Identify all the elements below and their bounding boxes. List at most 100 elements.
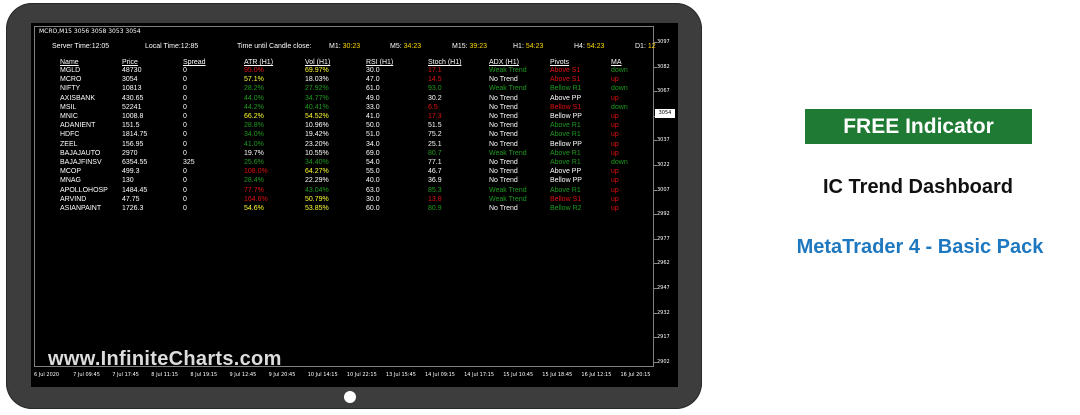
cell-atr: 77.7% — [244, 186, 264, 194]
cell-atr: 54.6% — [244, 205, 264, 212]
cell-stoch: 14.5 — [428, 76, 442, 84]
time-tick-label: 14 Jul 09:15 — [425, 372, 455, 378]
cell-pivots: Above R1 — [550, 122, 581, 130]
table-row: ZEEL 156.95 0 41.0% 23.20% 34.0 25.1 No Trend Be… — [35, 140, 655, 149]
cell-atr: 41.0% — [244, 140, 264, 148]
cell-vol: 10.55% — [305, 149, 329, 157]
time-tick-label: 6 Jul 2020 — [34, 372, 60, 378]
cell-spread: 0 — [183, 67, 187, 74]
table-row: MNIC 1008.8 0 66.2% 54.52% 41.0 17.3 No Trend Be… — [35, 112, 655, 121]
time-tick-label: 16 Jul 20:15 — [620, 372, 651, 378]
cell-vol: 64.27% — [305, 168, 329, 176]
cell-price: 1726.3 — [122, 205, 144, 212]
cell-ma: up — [611, 186, 619, 194]
cell-rsi: 60.0 — [366, 205, 380, 212]
cell-atr: 28.2% — [244, 85, 264, 93]
cell-rsi: 69.0 — [366, 149, 380, 157]
cell-ma: down — [611, 67, 628, 74]
server-time: Server Time:12:05 — [52, 43, 110, 50]
cell-atr: 108.0% — [244, 168, 268, 176]
cell-rsi: 49.0 — [366, 94, 380, 102]
cell-spread: 0 — [183, 168, 187, 176]
cell-vol: 40.41% — [305, 103, 329, 111]
table-row: ADANIENT 151.5 0 28.8% 10.96% 50.0 51.5 No Tren… — [35, 121, 655, 130]
cell-name: HDFC — [60, 131, 80, 139]
timer-d1: D1: 12 — [635, 43, 656, 50]
cell-pivots: Above S1 — [550, 76, 581, 84]
cell-spread: 325 — [183, 159, 195, 166]
cell-spread: 0 — [183, 76, 187, 84]
cell-ma: up — [611, 177, 619, 185]
cell-stoch: 30.2 — [428, 94, 442, 102]
chart-area[interactable]: MCRO,M15 3056 3058 3053 3054 Server Time… — [34, 26, 656, 370]
cell-price: 499.3 — [122, 168, 140, 176]
cell-name: ZEEL — [60, 140, 78, 148]
time-tick-label: 16 Jul 12:15 — [581, 372, 612, 378]
free-indicator-badge: FREE Indicator — [805, 109, 1032, 144]
cell-atr: 44.2% — [244, 103, 264, 111]
cell-spread: 0 — [183, 122, 187, 130]
cell-ma: down — [611, 159, 628, 166]
cell-pivots: Above R1 — [550, 186, 581, 194]
col-header-stoch: Stoch (H1) — [428, 59, 462, 66]
candle-close-label: Time until Candle close: — [237, 43, 312, 50]
cell-rsi: 47.0 — [366, 76, 380, 84]
cell-atr: 164.6% — [244, 195, 268, 203]
cell-adx: Weak Trend — [489, 67, 527, 74]
cell-spread: 0 — [183, 113, 187, 120]
time-tick-label: 8 Jul 11:15 — [151, 372, 179, 378]
cell-name: ARVIND — [60, 195, 87, 203]
cell-stoch: 80.7 — [428, 149, 442, 157]
watermark-text: www.InfiniteCharts.com — [48, 348, 282, 370]
cell-atr: 57.1% — [244, 76, 264, 84]
table-row: MNAG 130 0 28.4% 22.29% 40.0 36.9 No Trend Bello… — [35, 176, 655, 185]
cell-vol: 18.03% — [305, 76, 329, 84]
price-tick-label: 3097 — [654, 39, 670, 45]
cell-name: ASIANPAINT — [60, 205, 102, 212]
cell-name: ADANIENT — [60, 122, 96, 130]
price-tick-label: 2902 — [654, 358, 670, 365]
cell-pivots: Bellow R2 — [550, 205, 582, 212]
cell-pivots: Bellow PP — [550, 113, 582, 120]
cell-pivots: Above R1 — [550, 131, 581, 139]
cell-ma: up — [611, 131, 619, 139]
cell-ma: down — [611, 103, 628, 111]
col-header-atr: ATR (H1) — [244, 59, 274, 66]
time-tick-label: 15 Jul 18:45 — [542, 372, 573, 378]
price-tick-label: 3007 — [654, 186, 670, 193]
home-button[interactable] — [344, 391, 356, 403]
cell-price: 10813 — [122, 85, 142, 93]
cell-vol: 54.52% — [305, 113, 329, 120]
cell-spread: 0 — [183, 186, 187, 194]
timer-m5: M5: 34:23 — [390, 43, 422, 50]
table-row: APOLLOHOSP 1484.45 0 77.7% 43.04% 63.0 85.3 Wea… — [35, 186, 655, 195]
cell-adx: Weak Trend — [489, 85, 527, 93]
cell-stoch: 25.1 — [428, 140, 442, 148]
time-tick-label: 8 Jul 19:15 — [190, 372, 218, 378]
price-tick-label: 3082 — [654, 63, 670, 70]
cell-name: MSIL — [60, 103, 77, 111]
cell-adx: Weak Trend — [489, 149, 527, 157]
col-header-ma: MA — [611, 59, 622, 66]
time-tick-label: 15 Jul 10:45 — [503, 372, 534, 378]
cell-price: 430.65 — [122, 94, 144, 102]
cell-name: APOLLOHOSP — [60, 186, 108, 194]
cell-pivots: Above S1 — [550, 67, 581, 74]
cell-vol: 34.40% — [305, 159, 329, 166]
cell-stoch: 93.0 — [428, 85, 442, 93]
cell-price: 52241 — [122, 103, 142, 111]
price-tick-label: 2917 — [654, 334, 670, 341]
col-header-rsi: RSI (H1) — [366, 59, 394, 66]
cell-name: NIFTY — [60, 85, 81, 93]
cell-vol: 34.77% — [305, 94, 329, 102]
cell-price: 2970 — [122, 149, 138, 157]
timer-h4: H4: 54:23 — [574, 43, 605, 50]
cell-name: MNAG — [60, 177, 81, 185]
cell-atr: 34.0% — [244, 131, 264, 139]
cell-pivots: Bellow S1 — [550, 103, 582, 111]
cell-pivots: Bellow S1 — [550, 195, 582, 203]
table-row: AXISBANK 430.65 0 44.0% 34.77% 49.0 30.2 No Tre… — [35, 94, 655, 103]
table-row: BAJAJFINSV 6354.55 325 25.6% 34.40% 54.0 77.1 N… — [35, 158, 655, 167]
cell-ma: up — [611, 76, 619, 84]
table-row: ASIANPAINT 1726.3 0 54.6% 53.85% 60.0 80.9 No T… — [35, 204, 655, 213]
